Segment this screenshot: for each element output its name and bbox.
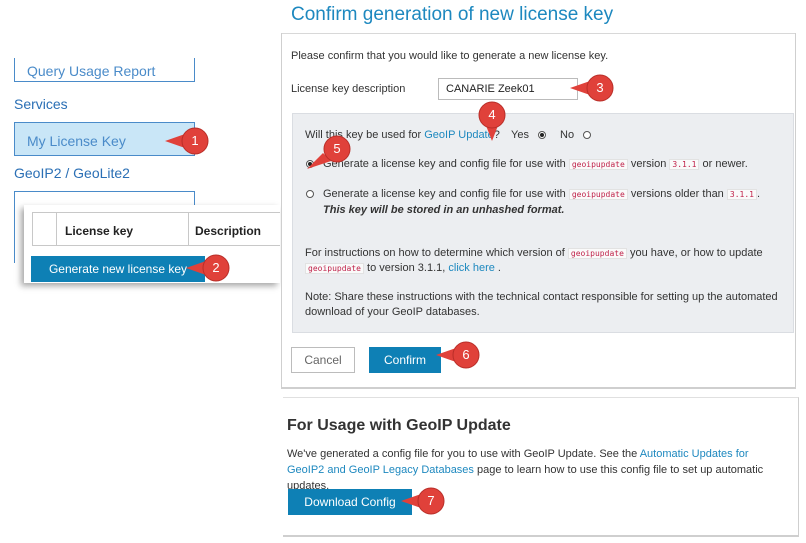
instructions-text: to version 3.1.1, xyxy=(367,262,446,274)
callout-marker: 4 xyxy=(478,101,506,145)
callout-number: 1 xyxy=(191,133,199,148)
page-title: Confirm generation of new license key xyxy=(291,4,614,25)
option-new-version-label: Generate a license key and config file f… xyxy=(323,158,748,170)
instructions-text: you have, or how to update xyxy=(629,247,763,259)
column-license-key: License key xyxy=(57,213,189,245)
confirm-button[interactable]: Confirm xyxy=(369,347,441,373)
usage-description: We've generated a config file for you to… xyxy=(287,448,638,460)
yes-label: Yes xyxy=(511,129,529,141)
option-text: or newer. xyxy=(702,158,748,170)
code-snippet: 3.1.1 xyxy=(726,189,757,200)
version-old-radio[interactable] xyxy=(306,190,314,198)
description-input[interactable]: CANARIE Zeek01 xyxy=(438,78,578,100)
unhashed-note: This key will be stored in an unhashed f… xyxy=(323,204,565,216)
callout-marker: 2 xyxy=(186,254,230,282)
option-text: Generate a license key and config file f… xyxy=(323,188,566,200)
no-option[interactable]: No xyxy=(560,129,592,141)
table-header-checkbox-col xyxy=(33,213,57,245)
note-line-1: Note: Share these instructions with the … xyxy=(305,291,778,303)
description-label: License key description xyxy=(291,83,406,95)
callout-marker: 3 xyxy=(570,74,614,102)
no-radio[interactable] xyxy=(583,131,592,140)
code-snippet: geoipupdate xyxy=(568,189,628,200)
callout-number: 3 xyxy=(596,80,604,95)
sidebar-item-query-usage-report[interactable]: Query Usage Report xyxy=(14,58,195,82)
callout-number: 7 xyxy=(427,493,435,508)
sidebar-item-label: My License Key xyxy=(27,133,126,149)
intro-text: Please confirm that you would like to ge… xyxy=(291,50,609,62)
instructions-text: For instructions on how to determine whi… xyxy=(305,247,565,259)
yes-radio[interactable] xyxy=(538,131,547,140)
column-description: Description xyxy=(195,224,262,238)
options-box: Will this key be used for GeoIP Update? … xyxy=(292,113,794,333)
panel-border xyxy=(281,33,282,388)
option-old-version-label: Generate a license key and config file f… xyxy=(323,188,760,200)
option-text: version xyxy=(630,158,667,170)
geoip-heading: GeoIP2 / GeoLite2 xyxy=(14,165,130,181)
callout-number: 5 xyxy=(333,141,341,156)
callout-marker: 1 xyxy=(165,127,209,155)
cancel-button[interactable]: Cancel xyxy=(291,347,355,373)
callout-marker: 5 xyxy=(305,135,353,171)
instructions-line-1: For instructions on how to determine whi… xyxy=(305,247,763,259)
no-label: No xyxy=(560,129,575,141)
table-header: License key Description xyxy=(32,212,280,246)
license-keys-table-snippet: License key Description Generate new lic… xyxy=(24,205,280,283)
callout-marker: 6 xyxy=(436,341,480,369)
note-line-2: download of your GeoIP databases. xyxy=(305,306,480,318)
services-heading: Services xyxy=(14,96,68,112)
option-text: Generate a license key and config file f… xyxy=(323,158,566,170)
code-snippet: geoipupdate xyxy=(568,159,628,170)
usage-text: We've generated a config file for you to… xyxy=(287,446,787,494)
code-snippet: geoipupdate xyxy=(567,248,627,259)
code-snippet: 3.1.1 xyxy=(669,159,700,170)
callout-number: 2 xyxy=(212,260,220,275)
callout-number: 6 xyxy=(462,347,470,362)
callout-marker: 7 xyxy=(401,487,445,515)
click-here-link[interactable]: click here xyxy=(448,262,494,274)
usage-panel: For Usage with GeoIP Update We've genera… xyxy=(283,397,799,537)
title-divider xyxy=(281,33,796,34)
option-text: versions older than xyxy=(630,188,724,200)
code-snippet: geoipupdate xyxy=(305,263,364,274)
confirm-panel: Confirm generation of new license key Pl… xyxy=(281,0,806,389)
callout-number: 4 xyxy=(488,107,496,122)
yes-option[interactable]: Yes xyxy=(511,129,547,141)
option-text: . xyxy=(756,188,761,200)
instructions-text: . xyxy=(497,262,501,274)
generate-new-license-key-button[interactable]: Generate new license key xyxy=(31,256,205,282)
instructions-line-2: geoipupdate to version 3.1.1, click here… xyxy=(305,262,501,274)
panel-border xyxy=(281,387,796,389)
sidebar-item-label: Query Usage Report xyxy=(27,63,156,79)
panel-border xyxy=(795,33,796,388)
usage-title: For Usage with GeoIP Update xyxy=(287,417,511,434)
download-config-button[interactable]: Download Config xyxy=(288,489,412,515)
